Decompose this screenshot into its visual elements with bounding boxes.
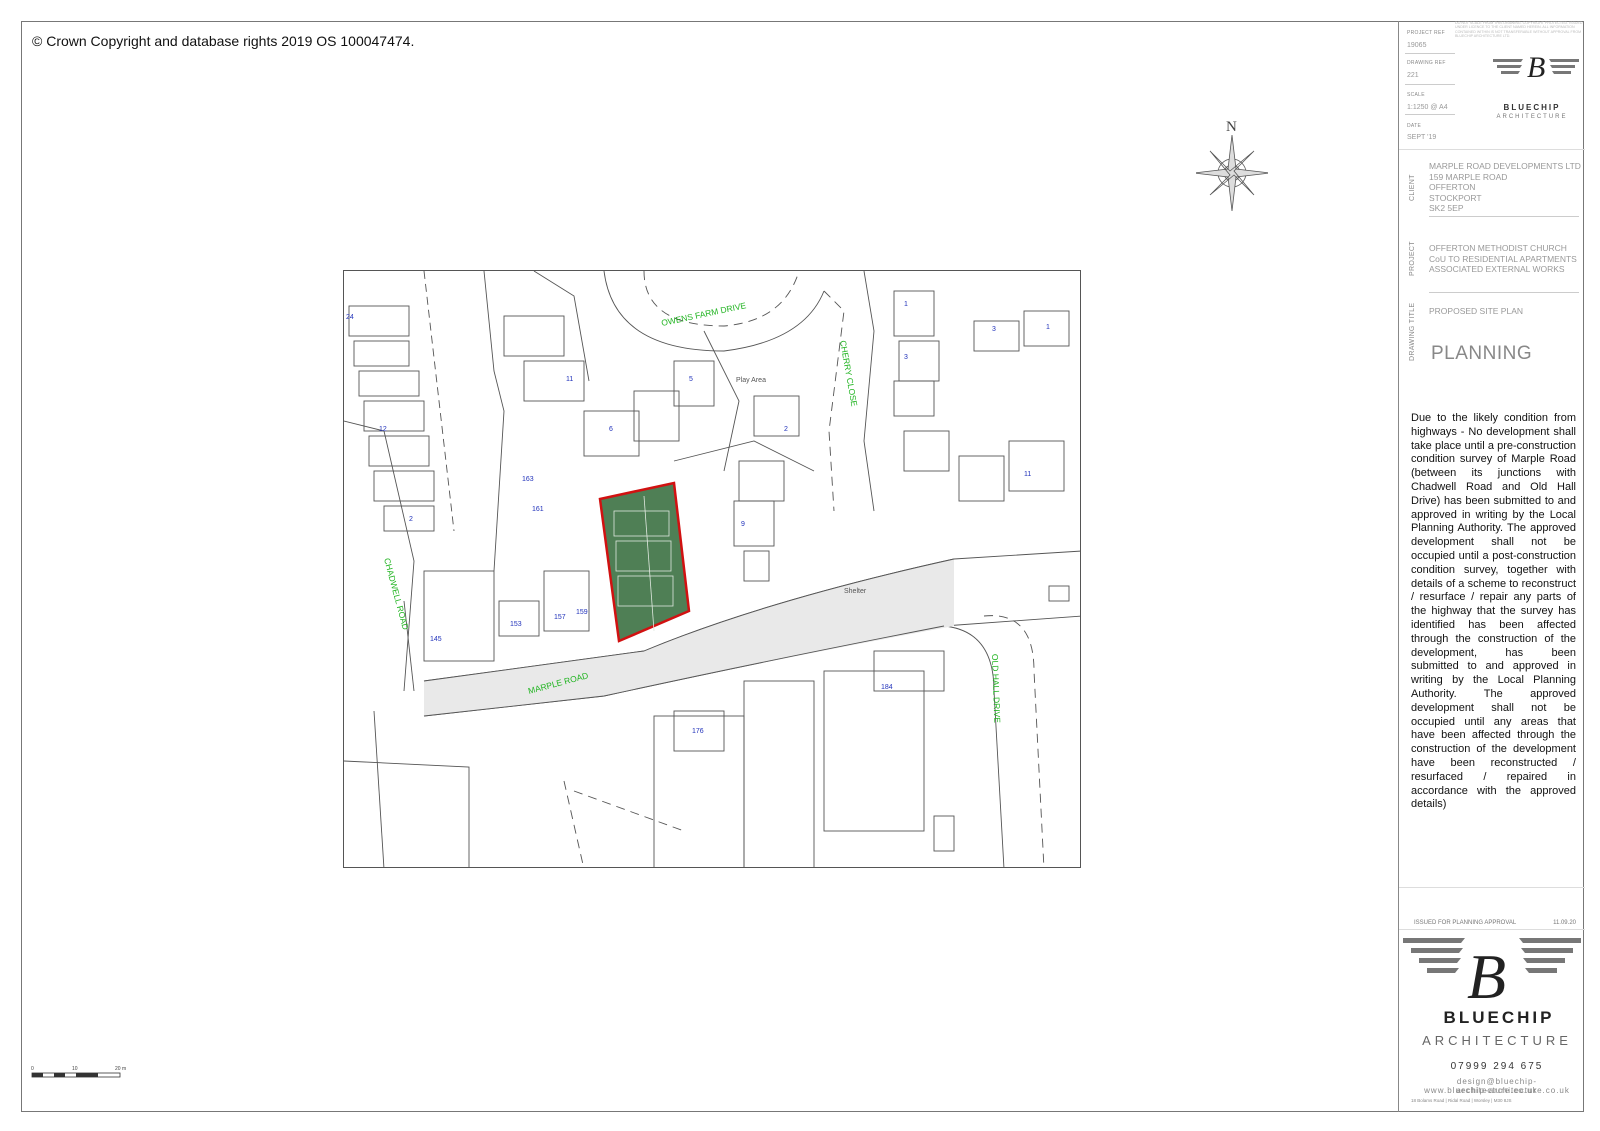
scale-bar: 0 10 20 m bbox=[30, 1061, 150, 1081]
brand-sub: ARCHITECTURE bbox=[1422, 1033, 1572, 1048]
bluechip-logo-small: B bbox=[1493, 51, 1579, 83]
house-number: 153 bbox=[510, 621, 522, 628]
street-label-old-hall-drive: OLD HALL DRIVE bbox=[990, 654, 1002, 724]
map-drawing: OWENS FARM DRIVE CHERRY CLOSE CHADWELL R… bbox=[344, 271, 1080, 867]
brand-website[interactable]: www.bluechip-architecture.co.uk bbox=[1417, 1086, 1577, 1095]
house-number: 24 bbox=[346, 314, 354, 321]
scale-label: SCALE bbox=[1407, 92, 1425, 98]
client-details: MARPLE ROAD DEVELOPMENTS LTD 159 MARPLE … bbox=[1429, 161, 1581, 213]
disclaimer: DO NOT SCALE FROM THIS DRAWING. COPYRIGH… bbox=[1455, 21, 1583, 38]
brand-address: 18 Bolams Road | Ridal Road | Worsley | … bbox=[1411, 1098, 1512, 1103]
scale-label-20: 20 m bbox=[115, 1066, 126, 1072]
drawing-title-label: DRAWING TITLE bbox=[1409, 302, 1416, 361]
house-number: 145 bbox=[430, 636, 442, 643]
house-number: 184 bbox=[881, 684, 893, 691]
logo-monogram-large: B bbox=[1467, 941, 1506, 1006]
house-number: 11 bbox=[566, 376, 573, 383]
house-number: 1 bbox=[1046, 324, 1050, 331]
scale-label-10: 10 bbox=[72, 1066, 78, 1072]
brand-name: BLUECHIP bbox=[1443, 1008, 1555, 1027]
label-play-area: Play Area bbox=[736, 377, 766, 384]
scale-label-0: 0 bbox=[31, 1066, 34, 1072]
copyright-notice: © Crown Copyright and database rights 20… bbox=[32, 33, 415, 49]
logo-monogram-small: B bbox=[1527, 51, 1545, 83]
site-plan-map: OWENS FARM DRIVE CHERRY CLOSE CHADWELL R… bbox=[343, 270, 1081, 868]
street-label-cherry-close: CHERRY CLOSE bbox=[838, 340, 859, 408]
drawing-title: PROPOSED SITE PLAN bbox=[1429, 306, 1523, 316]
road-hatch bbox=[424, 559, 954, 716]
house-number: 176 bbox=[692, 728, 704, 735]
drawing-status: PLANNING bbox=[1431, 343, 1533, 364]
house-number: 161 bbox=[532, 506, 544, 513]
date-value: SEPT '19 bbox=[1407, 134, 1437, 141]
house-number: 5 bbox=[689, 376, 693, 383]
house-number: 3 bbox=[992, 326, 996, 333]
street-label-owens-farm-drive: OWENS FARM DRIVE bbox=[660, 300, 747, 328]
bluechip-logo-large: B bbox=[1403, 938, 1581, 1006]
north-arrow: N bbox=[1193, 115, 1271, 225]
house-number: 6 bbox=[609, 426, 613, 433]
date-label: DATE bbox=[1407, 123, 1422, 129]
house-number: 12 bbox=[379, 426, 387, 433]
proposed-site bbox=[598, 481, 691, 643]
north-label: N bbox=[1226, 119, 1237, 135]
title-block: PROJECT REF 19065 DRAWING REF 221 SCALE … bbox=[1398, 21, 1585, 1112]
project-section-label: PROJECT bbox=[1409, 241, 1416, 276]
street-label-chadwell-road: CHADWELL ROAD bbox=[382, 557, 411, 631]
house-number: 11 bbox=[1024, 471, 1031, 478]
scale-value: 1:1250 @ A4 bbox=[1407, 104, 1448, 111]
house-number: 2 bbox=[409, 516, 413, 523]
house-number: 163 bbox=[522, 476, 534, 483]
client-section-label: CLIENT bbox=[1409, 174, 1416, 201]
drawing-ref: 221 bbox=[1407, 72, 1419, 79]
brand-name-small: BLUECHIP bbox=[1503, 103, 1561, 112]
house-number: 9 bbox=[741, 521, 745, 528]
brand-sub-small: ARCHITECTURE bbox=[1496, 114, 1568, 120]
project-ref-label: PROJECT REF bbox=[1407, 30, 1445, 36]
project-details: OFFERTON METHODIST CHURCH CoU TO RESIDEN… bbox=[1429, 243, 1577, 274]
project-ref: 19065 bbox=[1407, 42, 1427, 49]
house-number: 159 bbox=[576, 609, 588, 616]
house-number: 2 bbox=[784, 426, 788, 433]
brand-phone: 07999 294 675 bbox=[1450, 1061, 1544, 1072]
house-number: 3 bbox=[904, 354, 908, 361]
label-shelter: Shelter bbox=[844, 588, 867, 595]
house-number: 1 bbox=[904, 301, 908, 308]
drawing-ref-label: DRAWING REF bbox=[1407, 60, 1446, 66]
planning-condition-note: Due to the likely condition from highway… bbox=[1411, 412, 1576, 811]
house-number: 157 bbox=[554, 614, 566, 621]
